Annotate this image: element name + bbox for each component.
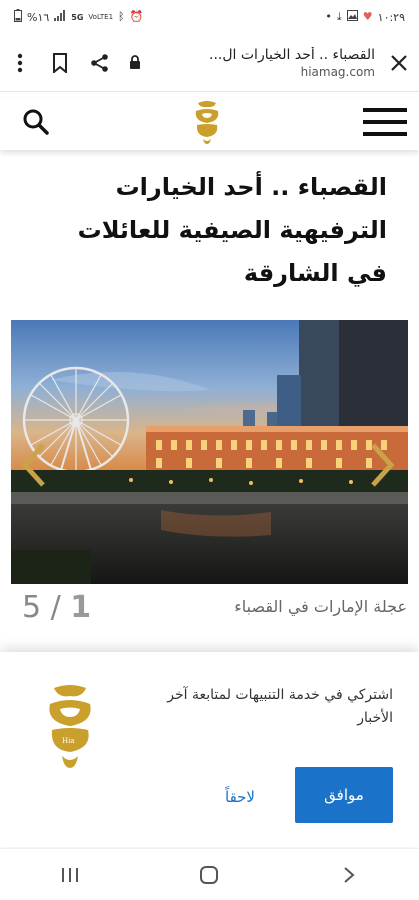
gallery-separator: / <box>50 590 61 625</box>
clock: ١٠:٢٩ <box>377 10 405 24</box>
search-icon[interactable] <box>22 108 50 140</box>
network-type: 5G <box>71 12 84 22</box>
close-icon[interactable] <box>379 43 419 83</box>
back-icon[interactable] <box>319 855 379 895</box>
chevron-left-icon <box>21 443 45 487</box>
system-nav-bar <box>0 848 419 900</box>
url-text: القصباء .. أحد الخيارات ال... hiamag.com <box>150 47 375 79</box>
gallery-prev-button[interactable] <box>14 440 54 490</box>
url-field[interactable]: القصباء .. أحد الخيارات ال... hiamag.com <box>120 43 379 83</box>
bluetooth-icon: ᛒ <box>118 10 125 23</box>
recent-apps-icon[interactable] <box>40 855 100 895</box>
alarm-icon: ⏰ <box>129 10 144 23</box>
gallery-photo <box>11 320 408 584</box>
domain-label: hiamag.com <box>300 64 375 79</box>
gallery-icon <box>346 10 358 24</box>
volte-label: VoLTE1 <box>88 13 114 21</box>
prompt-logo-text: Hia <box>62 737 75 745</box>
status-bar: %١٦ 5G VoLTE1 ᛒ ⏰ • ⤓ ♥ ١٠:٢٩ <box>0 0 419 34</box>
share-icon[interactable] <box>80 43 120 83</box>
signal-icon <box>54 10 66 24</box>
browser-toolbar: القصباء .. أحد الخيارات ال... hiamag.com <box>0 34 419 92</box>
heart-icon: ♥ <box>362 10 373 23</box>
more-icon[interactable] <box>0 43 40 83</box>
dot-icon: • <box>325 10 332 23</box>
gallery-image[interactable] <box>11 320 408 584</box>
gallery-current: 1 <box>70 590 92 625</box>
page-title: القصباء .. أحد الخيارات ال... <box>209 46 375 63</box>
bookmark-icon[interactable] <box>40 43 80 83</box>
gallery-caption: عجلة الإمارات في القصباء <box>234 597 407 616</box>
site-header <box>0 98 419 150</box>
chevron-right-icon <box>371 443 395 487</box>
later-button[interactable]: لاحقاً <box>200 782 280 812</box>
gallery-total: 5 <box>22 590 42 625</box>
status-right: • ⤓ ♥ ١٠:٢٩ <box>325 10 405 24</box>
article-headline: القصباء .. أحد الخيارات الترفيهية الصيفي… <box>77 173 387 287</box>
home-icon[interactable] <box>179 855 239 895</box>
download-icon: ⤓ <box>336 10 342 23</box>
gallery-counter: 5 / 1 <box>22 590 91 625</box>
notification-prompt: Hia اشتركي في خدمة التنبيهات لمتابعة آخر… <box>0 652 419 847</box>
gallery-next-button[interactable] <box>362 440 402 490</box>
menu-icon[interactable] <box>363 106 407 142</box>
prompt-text: اشتركي في خدمة التنبيهات لمتابعة آخر الأ… <box>167 687 393 726</box>
accept-button[interactable]: موافق <box>295 767 393 823</box>
battery-percent: %١٦ <box>27 10 50 24</box>
site-logo[interactable] <box>192 99 222 149</box>
status-left: %١٦ 5G VoLTE1 ᛒ ⏰ <box>14 9 143 25</box>
lock-icon <box>120 43 150 83</box>
battery-icon <box>14 9 22 25</box>
prompt-logo: Hia <box>44 682 96 774</box>
